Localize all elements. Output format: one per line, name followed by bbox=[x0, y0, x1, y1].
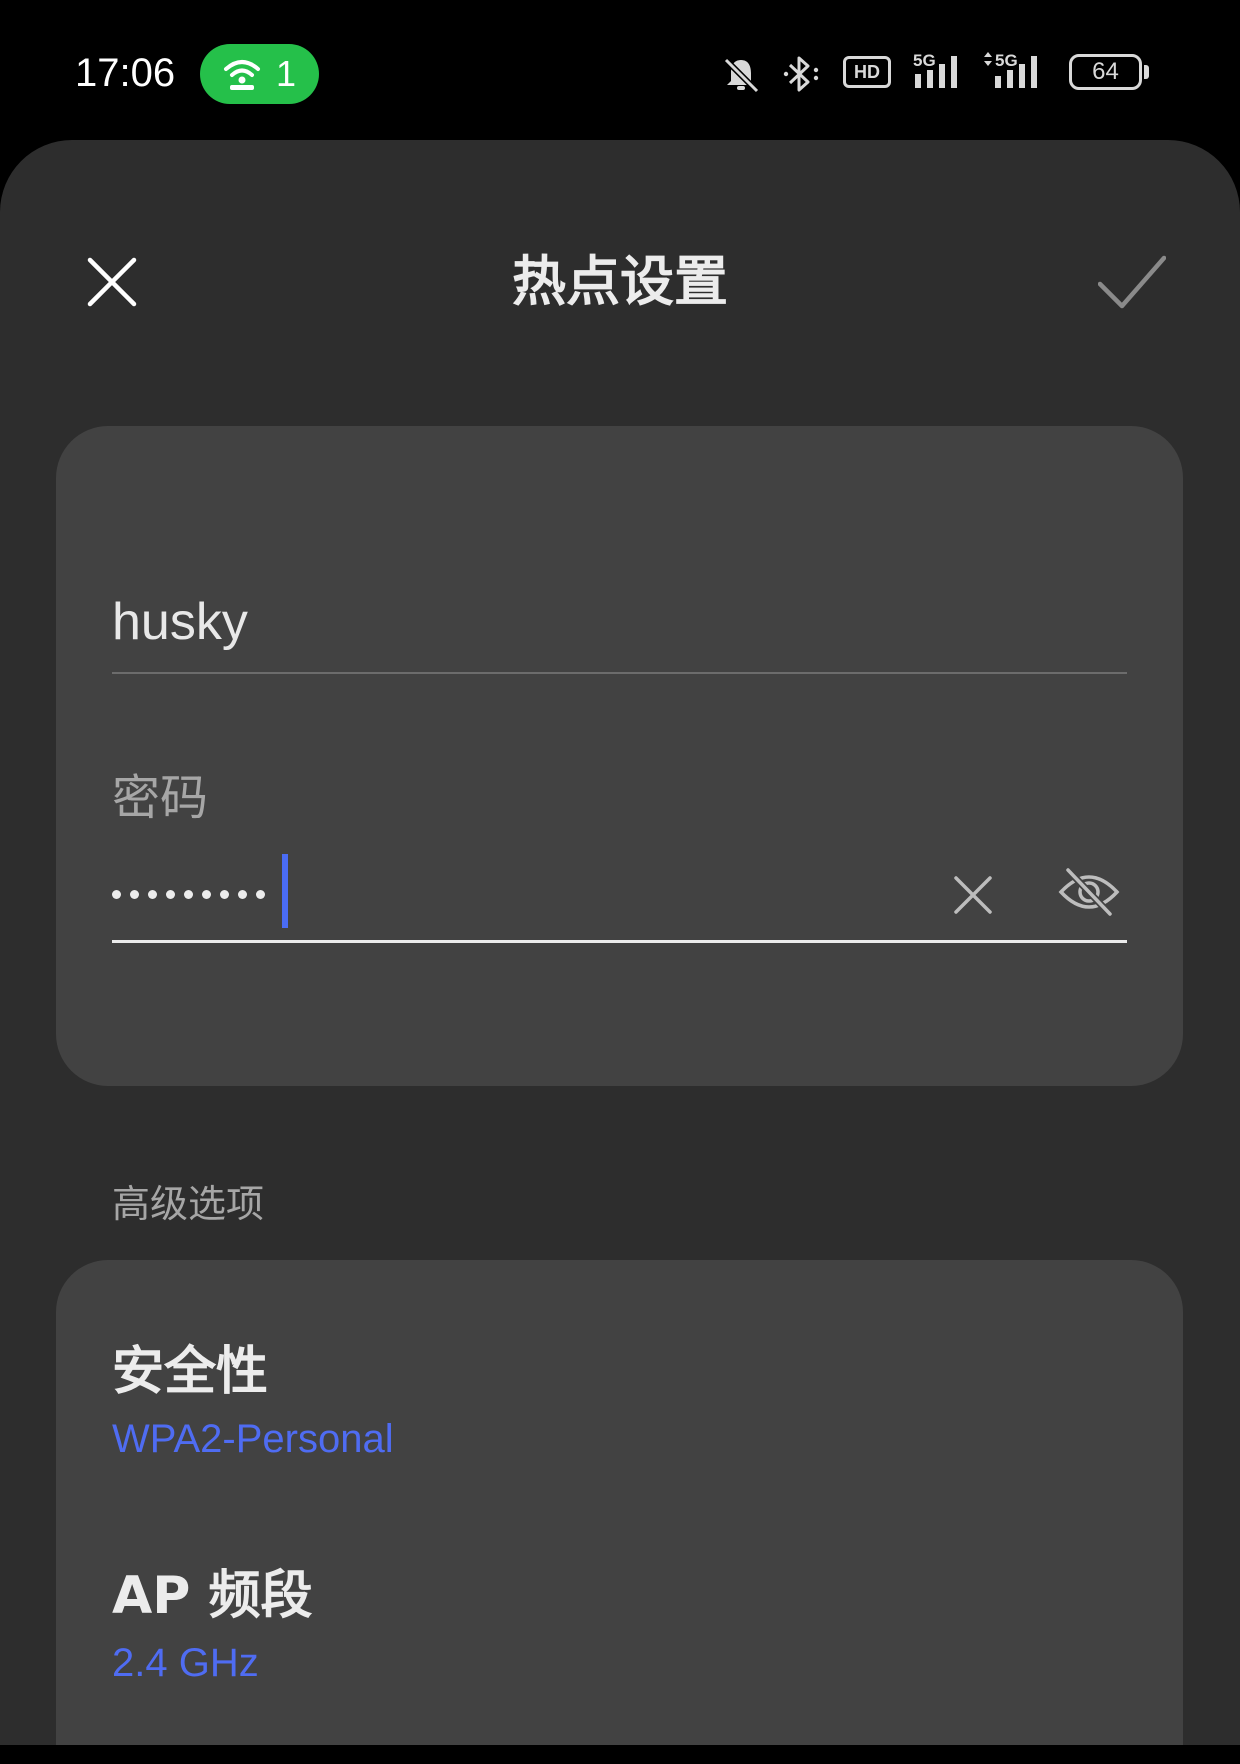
password-field-label: 密码 bbox=[112, 770, 209, 826]
password-mask-dot bbox=[148, 890, 157, 899]
mute-bell-icon bbox=[723, 57, 760, 94]
text-caret bbox=[282, 854, 288, 928]
password-mask-dot bbox=[202, 890, 211, 899]
check-icon bbox=[1098, 255, 1166, 309]
password-mask-dot bbox=[112, 890, 121, 899]
advanced-options-card: 安全性 WPA2-Personal AP 频段 2.4 GHz bbox=[56, 1260, 1183, 1745]
credentials-fields: husky 密码 bbox=[56, 426, 1183, 1086]
signal-5g-icon: 5G bbox=[913, 51, 957, 88]
toggle-password-visibility-button[interactable] bbox=[1052, 854, 1126, 934]
eye-off-icon bbox=[1058, 867, 1120, 917]
network-type-label-2: 5G bbox=[995, 51, 1018, 70]
hd-voice-icon: HD bbox=[843, 56, 891, 88]
password-mask-dot bbox=[130, 890, 139, 899]
password-mask-dot bbox=[220, 890, 229, 899]
bluetooth-icon bbox=[783, 56, 819, 92]
confirm-button[interactable] bbox=[1080, 240, 1180, 324]
battery-nub bbox=[1144, 65, 1149, 79]
password-field-underline bbox=[112, 940, 1127, 943]
password-input[interactable] bbox=[112, 884, 274, 904]
ap-band-value: 2.4 GHz bbox=[112, 1641, 259, 1685]
battery-level: 64 bbox=[1092, 58, 1119, 85]
page-title: 热点设置 bbox=[512, 250, 728, 313]
advanced-options-header: 高级选项 bbox=[112, 1182, 265, 1226]
battery-icon: 64 bbox=[1069, 54, 1142, 90]
security-value: WPA2-Personal bbox=[112, 1417, 394, 1461]
security-title: 安全性 bbox=[112, 1342, 269, 1402]
clear-password-button[interactable] bbox=[936, 858, 1010, 932]
name-input-value[interactable]: husky bbox=[112, 590, 248, 654]
clear-icon bbox=[954, 876, 992, 914]
password-mask-dot bbox=[256, 890, 265, 899]
password-mask-dot bbox=[166, 890, 175, 899]
ap-band-row[interactable]: AP 频段 2.4 GHz bbox=[56, 1564, 1183, 1764]
name-field-underline bbox=[112, 672, 1127, 674]
ap-band-title: AP 频段 bbox=[112, 1566, 313, 1626]
password-mask-dot bbox=[184, 890, 193, 899]
status-bar: 17:06 1 HD 5G 5G 64 bbox=[0, 0, 1240, 140]
network-type-label-1: 5G bbox=[913, 51, 936, 70]
password-mask-dot bbox=[238, 890, 247, 899]
signal-5g-icon: 5G bbox=[984, 51, 1037, 88]
status-icons: HD 5G 5G 64 bbox=[0, 44, 1240, 104]
security-row[interactable]: 安全性 WPA2-Personal bbox=[56, 1340, 1183, 1540]
